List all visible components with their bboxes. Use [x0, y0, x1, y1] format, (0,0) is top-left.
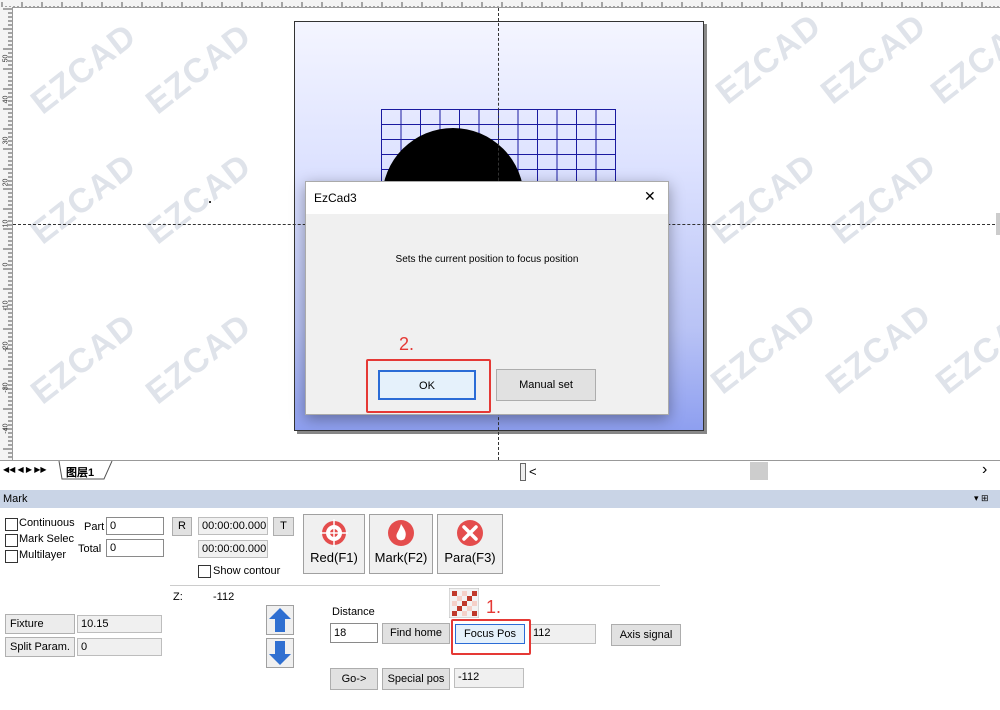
watermark: EZCAD [138, 146, 259, 252]
ruler-label: 20 [2, 178, 10, 187]
watermark: EZCAD [23, 16, 144, 122]
tab-layer-1[interactable]: 图层1 [66, 464, 94, 480]
mark-panel-header: Mark ▾ ⊞ [0, 490, 1000, 508]
annotation-box-focus-pos [451, 619, 531, 655]
watermark: EZCAD [703, 296, 824, 402]
tools-icon [457, 520, 483, 546]
panel-divider [170, 585, 660, 586]
multilayer-label: Multilayer [19, 549, 67, 561]
z-down-button[interactable] [266, 638, 294, 668]
part-field[interactable]: 0 [106, 517, 164, 535]
watermark: EZCAD [23, 306, 144, 412]
manual-set-button[interactable]: Manual set [496, 369, 596, 401]
panel-pin-icon[interactable]: ▾ ⊞ [974, 493, 989, 504]
watermark: EZCAD [818, 296, 939, 402]
flame-icon [388, 520, 414, 546]
total-label: Total [78, 543, 102, 555]
split-param-button[interactable]: Split Param. [5, 637, 75, 657]
show-contour-checkbox[interactable] [198, 565, 211, 578]
time-total-field: 00:00:00.000 [198, 540, 268, 558]
watermark: EZCAD [708, 8, 829, 112]
axis-signal-button[interactable]: Axis signal [611, 624, 681, 646]
mark-select-checkbox[interactable] [5, 534, 18, 547]
scrollbar-splitter[interactable] [520, 463, 526, 481]
reset-part-button[interactable]: R [172, 517, 192, 536]
annotation-box-ok [366, 359, 491, 413]
watermark: EZCAD [23, 146, 144, 252]
dialog-titlebar: EzCad3 ✕ [306, 182, 668, 214]
ruler-top [0, 0, 1000, 8]
arrow-up-icon [269, 608, 291, 632]
go-button[interactable]: Go-> [330, 668, 378, 690]
crosshair-icon [320, 519, 348, 547]
distance-field[interactable]: 18 [330, 623, 378, 643]
special-pos-button[interactable]: Special pos [382, 668, 450, 690]
continuous-checkbox[interactable] [5, 518, 18, 531]
z-value: -112 [213, 591, 235, 603]
ruler-label: -10 [2, 300, 10, 311]
scroll-left-arrow[interactable]: < [529, 464, 537, 479]
mark-f2-button[interactable]: Mark(F2) [369, 514, 433, 574]
watermark: EZCAD [823, 146, 944, 252]
show-contour-label: Show contour [213, 565, 281, 577]
split-param-field: 0 [77, 638, 162, 656]
ruler-label: -40 [2, 423, 10, 434]
time-elapsed-field: 00:00:00.000 [198, 517, 268, 535]
ruler-left: 50 40 30 20 10 0 -10 -20 -30 -40 [0, 7, 13, 460]
fixture-offset-button[interactable]: Fixture Offset [5, 614, 75, 648]
ruler-label: 50 [2, 54, 10, 63]
dialog-message: Sets the current position to focus posit… [395, 254, 579, 265]
para-f3-label: Para(F3) [444, 550, 496, 565]
layer-tabs-bar: ◀◀ ◀ ▶ ▶▶ 图层1 < › [0, 460, 1000, 483]
mark-f2-label: Mark(F2) [374, 550, 428, 565]
continuous-label: Continuous [19, 517, 75, 529]
ruler-label: 10 [2, 219, 10, 228]
scroll-right-arrow[interactable]: › [982, 461, 987, 479]
horizontal-scroll-thumb[interactable] [750, 462, 768, 480]
annotation-step-2: 2. [399, 334, 415, 354]
distance-label: Distance [332, 606, 375, 618]
total-field[interactable]: 0 [106, 539, 164, 557]
find-home-button[interactable]: Find home [382, 623, 450, 644]
watermark: EZCAD [138, 306, 259, 412]
close-icon[interactable]: ✕ [644, 188, 656, 205]
canvas-scroll-handle[interactable] [996, 213, 1000, 235]
fixture-offset-field: 10.15 [77, 615, 162, 633]
ruler-label: -20 [2, 341, 10, 352]
ruler-label: 40 [2, 95, 10, 104]
focus-pos-field: 112 [529, 624, 596, 644]
time-reset-button[interactable]: T [273, 517, 294, 536]
red-f1-label: Red(F1) [310, 550, 358, 565]
special-pos-field: -112 [454, 668, 524, 688]
arrow-down-icon [269, 641, 291, 665]
ruler-label: -30 [2, 382, 10, 393]
watermark: EZCAD [813, 8, 934, 112]
tab-nav-buttons[interactable]: ◀◀ ◀ ▶ ▶▶ [3, 465, 47, 474]
ruler-label: 0 [2, 262, 10, 267]
watermark: EZCAD [928, 296, 1000, 402]
dialog-title: EzCad3 [314, 191, 357, 205]
z-label: Z: [173, 591, 183, 603]
watermark: EZCAD [138, 16, 259, 122]
z-up-button[interactable] [266, 605, 294, 635]
watermark: EZCAD [923, 8, 1000, 112]
part-label: Part [84, 521, 105, 533]
focus-pattern-icon [449, 588, 479, 618]
red-f1-button[interactable]: Red(F1) [303, 514, 365, 574]
annotation-step-1: 1. [486, 597, 502, 617]
mark-panel-title: Mark [3, 493, 28, 505]
ruler-label: 30 [2, 136, 10, 145]
watermark: EZCAD [703, 146, 824, 252]
multilayer-checkbox[interactable] [5, 550, 18, 563]
mark-select-label: Mark Selec [19, 533, 75, 545]
para-f3-button[interactable]: Para(F3) [437, 514, 503, 574]
point-marker [209, 201, 211, 203]
